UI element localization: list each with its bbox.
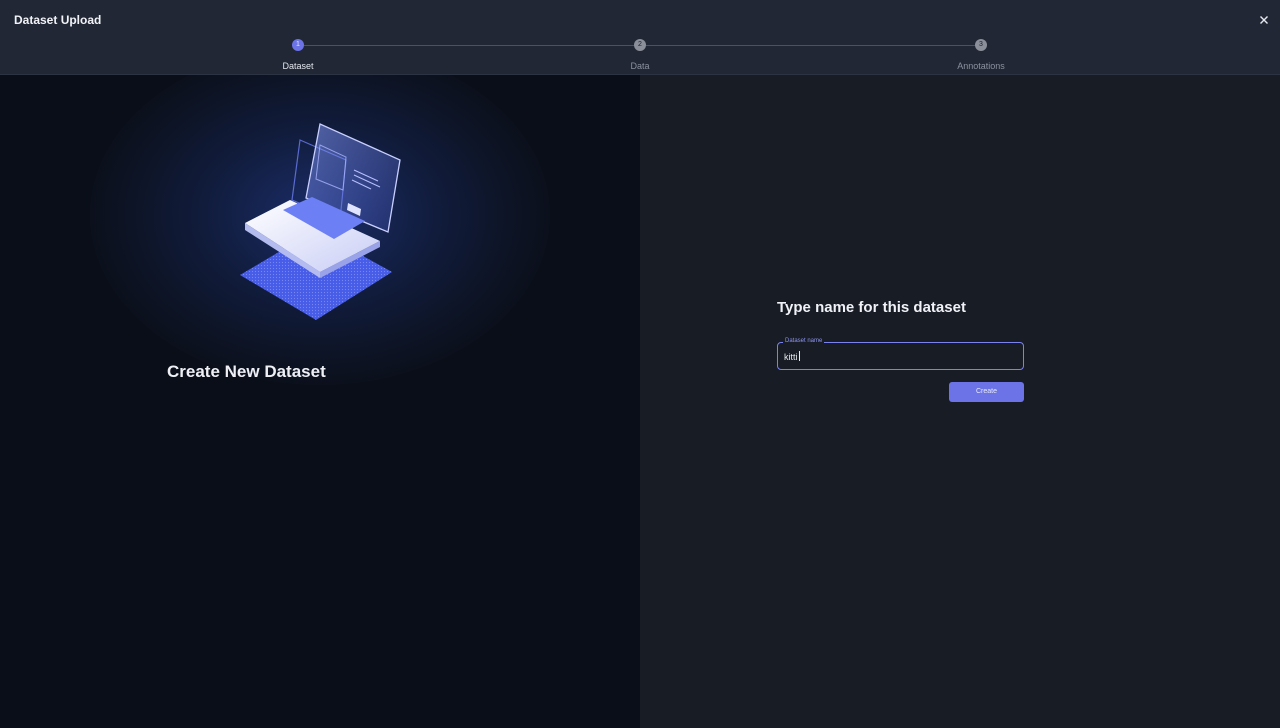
form-title: Type name for this dataset — [777, 299, 966, 316]
dataset-name-value: kitti — [784, 352, 798, 362]
step-3-indicator[interactable]: 3 — [975, 39, 987, 51]
dataset-name-input[interactable]: kitti — [784, 351, 1014, 362]
step-3-label[interactable]: Annotations — [957, 61, 1005, 71]
step-2-indicator[interactable]: 2 — [634, 39, 646, 51]
step-1-label[interactable]: Dataset — [282, 61, 313, 71]
create-button[interactable]: Create — [949, 382, 1024, 402]
dataset-name-label: Dataset name — [783, 338, 825, 344]
laptop-illustration — [230, 120, 410, 325]
page-title: Create New Dataset — [167, 362, 326, 381]
step-2-label[interactable]: Data — [630, 61, 649, 71]
dataset-name-field[interactable]: Dataset name kitti — [777, 338, 1024, 370]
step-connector — [304, 45, 634, 46]
right-pane: Type name for this dataset Dataset name … — [640, 75, 1280, 728]
step-connector — [646, 45, 975, 46]
step-number: 3 — [979, 41, 983, 48]
left-pane: Create New Dataset — [0, 75, 640, 728]
upload-stepper: 1 Dataset 2 Data 3 Annotations — [0, 0, 1280, 75]
header-bar: Dataset Upload 1 Dataset 2 Data 3 Annota… — [0, 0, 1280, 75]
text-cursor — [798, 351, 800, 361]
step-1-indicator[interactable]: 1 — [292, 39, 304, 51]
step-number: 1 — [296, 41, 300, 48]
step-number: 2 — [638, 41, 642, 48]
